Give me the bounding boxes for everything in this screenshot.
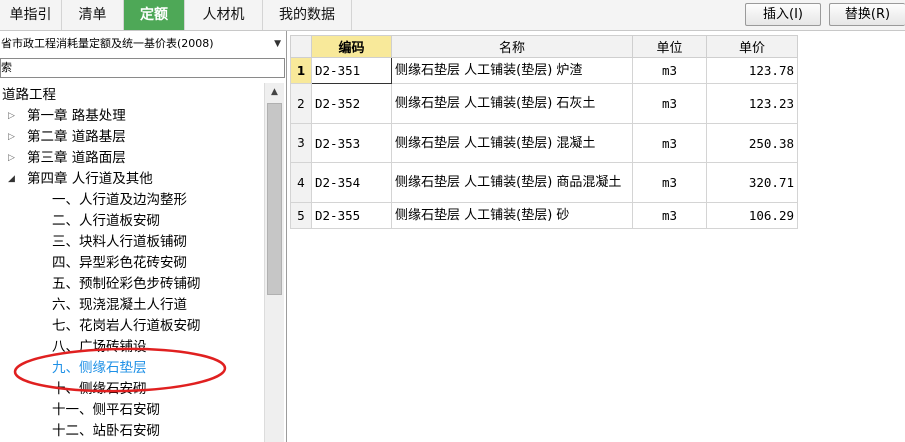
tab-my-data[interactable]: 我的数据 — [263, 0, 352, 30]
tree-chapter[interactable]: 第四章 人行道及其他 — [27, 169, 153, 190]
quota-tree: 道路工程 ▷ 第一章 路基处理 ▷ 第二章 道路基层 ▷ 第三章 道路面层 ◢ … — [0, 83, 264, 442]
tree-chapter[interactable]: 第三章 道路面层 — [27, 148, 126, 169]
row-number: 2 — [290, 83, 312, 124]
price-cell[interactable]: 250.38 — [706, 123, 798, 163]
tree-section[interactable]: 三、块料人行道板铺砌 — [52, 232, 187, 253]
tree-section[interactable]: 八、广场砖铺设 — [52, 337, 147, 358]
unit-cell[interactable]: m3 — [632, 83, 707, 124]
tree-section[interactable]: 十二、站卧石安砌 — [52, 421, 160, 442]
expand-triangle-icon[interactable]: ▷ — [8, 111, 15, 121]
column-header-unit[interactable]: 单位 — [632, 35, 707, 58]
top-tab-bar: 单指引 清单 定额 人材机 我的数据 插入(I) 替换(R) — [0, 0, 905, 31]
column-header-code[interactable]: 编码 — [311, 35, 392, 58]
row-number: 4 — [290, 162, 312, 203]
library-select[interactable]: 省市政工程消耗量定额及统一基价表(2008) ▼ — [0, 33, 285, 55]
row-number: 1 — [290, 57, 312, 84]
expand-triangle-icon[interactable]: ▷ — [8, 132, 15, 142]
price-cell[interactable]: 123.78 — [706, 57, 798, 84]
price-cell[interactable]: 320.71 — [706, 162, 798, 203]
unit-cell[interactable]: m3 — [632, 57, 707, 84]
tree-chapter[interactable]: 第一章 路基处理 — [27, 106, 126, 127]
name-cell[interactable]: 侧缘石垫层 人工铺装(垫层) 石灰土 — [391, 83, 633, 124]
code-cell[interactable]: D2-355 — [311, 202, 392, 229]
column-header-name[interactable]: 名称 — [391, 35, 633, 58]
code-cell[interactable]: D2-354 — [311, 162, 392, 203]
scroll-up-arrow-icon[interactable]: ▲ — [265, 83, 284, 101]
tree-section[interactable]: 六、现浇混凝土人行道 — [52, 295, 187, 316]
scroll-thumb[interactable] — [267, 103, 282, 295]
quota-grid: 编码 名称 单位 单价 1 D2-351 侧缘石垫层 人工铺装(垫层) 炉渣 m… — [290, 35, 798, 229]
grid-header-row: 编码 名称 单位 单价 — [290, 35, 798, 58]
collapse-triangle-icon[interactable]: ◢ — [8, 174, 15, 184]
expand-triangle-icon[interactable]: ▷ — [8, 153, 15, 163]
tree-section-selected[interactable]: 九、侧缘石垫层 — [52, 358, 147, 379]
search-input-value: 索 — [1, 61, 12, 74]
tab-bill[interactable]: 清单 — [62, 0, 124, 30]
insert-button[interactable]: 插入(I) — [745, 3, 821, 26]
tree-section[interactable]: 十、侧缘石安砌 — [52, 379, 147, 400]
code-cell[interactable]: D2-351 — [311, 57, 392, 84]
search-input[interactable]: 索 — [0, 58, 285, 78]
library-select-value: 省市政工程消耗量定额及统一基价表(2008) — [1, 37, 214, 50]
tree-section[interactable]: 二、人行道板安砌 — [52, 211, 160, 232]
price-cell[interactable]: 106.29 — [706, 202, 798, 229]
tree-section[interactable]: 五、预制砼彩色步砖铺砌 — [52, 274, 201, 295]
code-cell[interactable]: D2-352 — [311, 83, 392, 124]
tree-scrollbar[interactable]: ▲ — [264, 83, 284, 442]
name-cell[interactable]: 侧缘石垫层 人工铺装(垫层) 炉渣 — [391, 57, 633, 84]
tree-section[interactable]: 一、人行道及边沟整形 — [52, 190, 187, 211]
table-row[interactable]: 1 D2-351 侧缘石垫层 人工铺装(垫层) 炉渣 m3 123.78 — [290, 57, 798, 84]
tree-chapter[interactable]: 第二章 道路基层 — [27, 127, 126, 148]
name-cell[interactable]: 侧缘石垫层 人工铺装(垫层) 商品混凝土 — [391, 162, 633, 203]
grid-corner-cell — [290, 35, 312, 58]
tab-quota[interactable]: 定额 — [124, 0, 185, 30]
table-row[interactable]: 5 D2-355 侧缘石垫层 人工铺装(垫层) 砂 m3 106.29 — [290, 202, 798, 229]
unit-cell[interactable]: m3 — [632, 162, 707, 203]
tab-labor-material[interactable]: 人材机 — [185, 0, 263, 30]
name-cell[interactable]: 侧缘石垫层 人工铺装(垫层) 混凝土 — [391, 123, 633, 163]
table-row[interactable]: 3 D2-353 侧缘石垫层 人工铺装(垫层) 混凝土 m3 250.38 — [290, 123, 798, 163]
unit-cell[interactable]: m3 — [632, 123, 707, 163]
tree-section[interactable]: 七、花岗岩人行道板安砌 — [52, 316, 201, 337]
unit-cell[interactable]: m3 — [632, 202, 707, 229]
price-cell[interactable]: 123.23 — [706, 83, 798, 124]
chevron-down-icon[interactable]: ▼ — [274, 33, 281, 55]
name-cell[interactable]: 侧缘石垫层 人工铺装(垫层) 砂 — [391, 202, 633, 229]
left-panel: 省市政工程消耗量定额及统一基价表(2008) ▼ 索 道路工程 ▷ 第一章 路基… — [0, 31, 287, 442]
table-row[interactable]: 2 D2-352 侧缘石垫层 人工铺装(垫层) 石灰土 m3 123.23 — [290, 83, 798, 124]
row-number: 5 — [290, 202, 312, 229]
tree-root[interactable]: 道路工程 — [2, 85, 56, 106]
column-header-price[interactable]: 单价 — [706, 35, 798, 58]
row-number: 3 — [290, 123, 312, 163]
tab-guide[interactable]: 单指引 — [0, 0, 62, 30]
table-row[interactable]: 4 D2-354 侧缘石垫层 人工铺装(垫层) 商品混凝土 m3 320.71 — [290, 162, 798, 203]
tree-section[interactable]: 十一、侧平石安砌 — [52, 400, 160, 421]
tree-section[interactable]: 四、异型彩色花砖安砌 — [52, 253, 187, 274]
code-cell[interactable]: D2-353 — [311, 123, 392, 163]
replace-button[interactable]: 替换(R) — [829, 3, 905, 26]
